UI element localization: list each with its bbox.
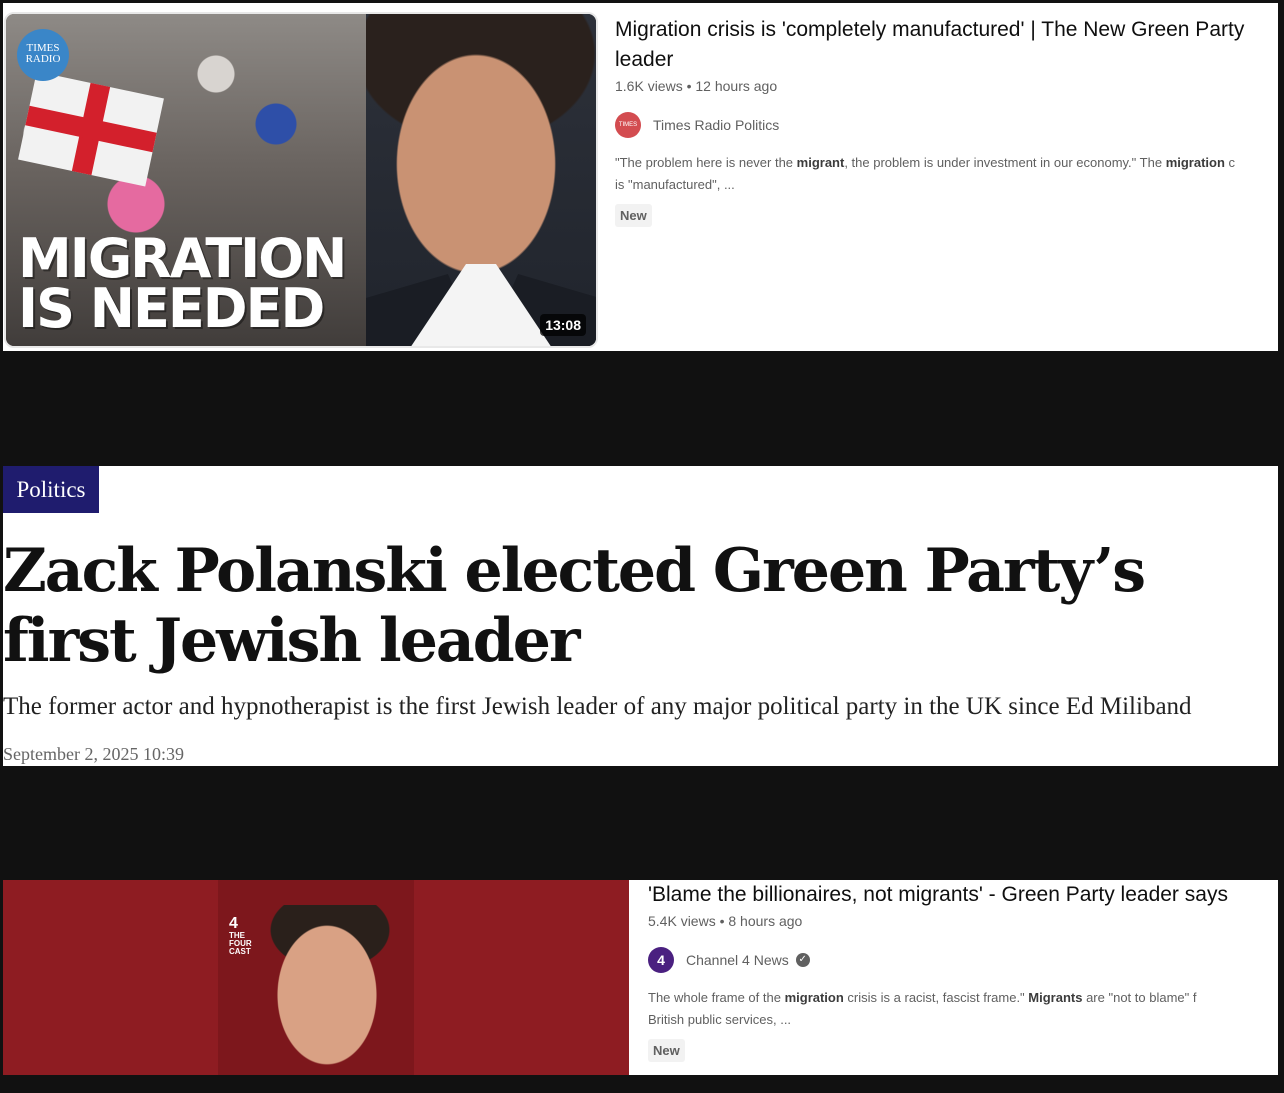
speaker-photo — [265, 905, 395, 1075]
video-thumbnail[interactable]: TIMES RADIO MIGRATION IS NEEDED 13:08 — [4, 12, 598, 348]
video-result-card[interactable]: 4 THE FOUR CAST 'Blame the billionaires,… — [3, 880, 1278, 1075]
new-badge: New — [648, 1039, 685, 1062]
channel-name[interactable]: Channel 4 News — [686, 952, 789, 968]
video-meta: 1.6K views • 12 hours ago — [615, 78, 778, 94]
video-title[interactable]: Migration crisis is 'completely manufact… — [615, 15, 1275, 75]
channel-avatar[interactable]: TIMES — [615, 112, 641, 138]
channel-avatar[interactable]: 4 — [648, 947, 674, 973]
video-description-snippet: "The problem here is never the migrant, … — [615, 155, 1236, 170]
speaker-photo — [366, 14, 596, 346]
channel4-logo: 4 THE FOUR CAST — [229, 915, 252, 956]
new-badge: New — [615, 204, 652, 227]
article-dateline: September 2, 2025 10:39 — [3, 744, 184, 764]
article-standfirst: The former actor and hypnotherapist is t… — [3, 693, 1192, 720]
video-description-snippet-line2: British public services, ... — [648, 1012, 792, 1027]
video-duration: 13:08 — [540, 314, 586, 336]
article-header: Politics Zack Polanski elected Green Par… — [3, 466, 1278, 766]
video-description-snippet: The whole frame of the migration crisis … — [648, 990, 1197, 1005]
flag-image — [18, 71, 164, 187]
video-info: Migration crisis is 'completely manufact… — [615, 15, 1275, 227]
section-tag[interactable]: Politics — [3, 466, 99, 513]
video-result-card[interactable]: TIMES RADIO MIGRATION IS NEEDED 13:08 Mi… — [3, 3, 1278, 351]
video-thumbnail[interactable]: 4 THE FOUR CAST — [3, 880, 629, 1075]
channel-name[interactable]: Times Radio Politics — [653, 117, 779, 133]
verified-check-icon: ✓ — [795, 953, 810, 967]
channel-row[interactable]: TIMES Times Radio Politics — [615, 112, 1275, 138]
video-info: 'Blame the billionaires, not migrants' -… — [648, 880, 1278, 1062]
channel-row[interactable]: 4 Channel 4 News ✓ — [648, 947, 1278, 973]
video-title[interactable]: 'Blame the billionaires, not migrants' -… — [648, 880, 1278, 910]
video-meta: 5.4K views • 8 hours ago — [648, 913, 803, 929]
article-headline: Zack Polanski elected Green Party’s firs… — [3, 536, 1146, 676]
thumbnail-headline: MIGRATION IS NEEDED — [18, 227, 347, 340]
video-description-snippet-line2: is "manufactured", ... — [615, 177, 735, 192]
times-radio-logo: TIMES RADIO — [17, 29, 69, 81]
